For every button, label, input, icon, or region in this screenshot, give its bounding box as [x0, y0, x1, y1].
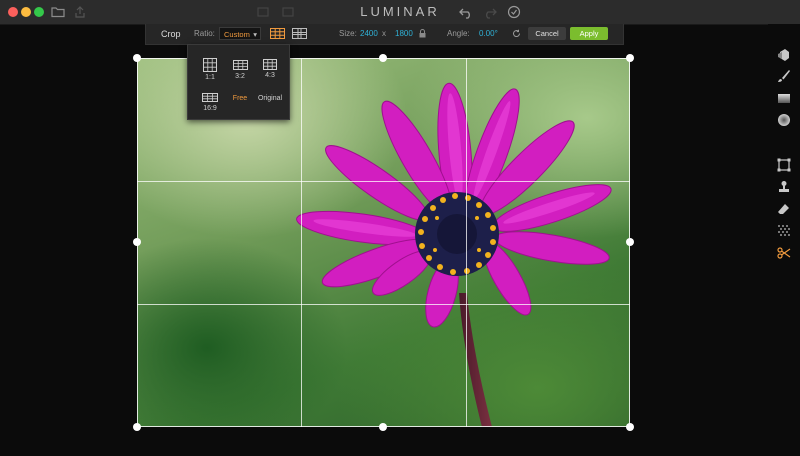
ratio-label: Ratio: — [194, 29, 215, 38]
transform-icon[interactable] — [777, 158, 791, 172]
chevron-down-icon: ▾ — [253, 30, 257, 39]
ratio-option-1-1[interactable]: 1:1 — [195, 58, 225, 81]
crop-toolbar: Crop Ratio: Custom ▾ Size: 2400 x 1800 A… — [145, 24, 624, 45]
ratio-option-3-2[interactable]: 3:2 — [225, 60, 255, 80]
grid-overlay-icon[interactable] — [270, 28, 285, 39]
erase-icon[interactable] — [777, 202, 791, 216]
crop-handle-bottom-left[interactable] — [133, 423, 141, 431]
redo-icon[interactable] — [482, 4, 498, 20]
clone-stamp-icon[interactable] — [777, 180, 791, 194]
angle-field[interactable]: 0.00° — [479, 29, 498, 39]
title-bar: LUMINAR — [0, 0, 800, 25]
crop-handle-top-right[interactable] — [626, 54, 634, 62]
ratio-1-1-icon — [203, 58, 217, 72]
ratio-option-4-3[interactable]: 4:3 — [255, 59, 285, 79]
width-field[interactable]: 2400 — [360, 29, 378, 39]
ratio-option-label: 1:1 — [205, 74, 215, 81]
ratio-4-3-icon — [263, 59, 277, 70]
ratio-dropdown[interactable]: Custom ▾ — [219, 27, 261, 40]
angle-label: Angle: — [447, 29, 470, 38]
height-field[interactable]: 1800 — [395, 29, 413, 39]
crop-handle-left[interactable] — [133, 238, 141, 246]
ratio-option-label: 16:9 — [203, 105, 217, 112]
history-icon[interactable] — [506, 4, 522, 20]
ratio-menu: 1:1 3:2 4:3 16:9 Free Original — [187, 44, 290, 120]
ratio-option-label: Original — [257, 95, 283, 102]
gradient-icon[interactable] — [777, 91, 791, 105]
cancel-button[interactable]: Cancel — [528, 27, 566, 40]
crop-handle-right[interactable] — [626, 238, 634, 246]
layers-icon[interactable] — [777, 48, 791, 62]
undo-icon[interactable] — [458, 4, 474, 20]
apply-button[interactable]: Apply — [570, 27, 608, 40]
crop-scissors-icon[interactable] — [777, 246, 791, 260]
grid-line-vertical — [301, 58, 302, 427]
grid-line-horizontal — [137, 304, 630, 305]
crop-handle-bottom-right[interactable] — [626, 423, 634, 431]
app-title: LUMINAR — [360, 4, 440, 19]
ratio-option-16-9[interactable]: 16:9 — [195, 93, 225, 112]
ratio-option-free[interactable]: Free — [225, 95, 255, 102]
lock-icon[interactable] — [419, 29, 426, 38]
grid-line-horizontal — [137, 181, 630, 182]
tool-strip — [768, 24, 800, 456]
golden-ratio-overlay-icon[interactable] — [292, 28, 307, 39]
ratio-value: Custom — [224, 30, 250, 39]
ratio-3-2-icon — [232, 60, 248, 70]
crop-handle-bottom[interactable] — [379, 423, 387, 431]
crop-handle-top[interactable] — [379, 54, 387, 62]
size-separator: x — [382, 29, 386, 38]
crop-title: Crop — [161, 29, 181, 39]
ratio-option-label: 3:2 — [235, 73, 245, 80]
noise-icon[interactable] — [777, 224, 791, 238]
ratio-option-label: Free — [232, 95, 248, 102]
size-label: Size: — [339, 29, 357, 38]
brush-icon[interactable] — [777, 69, 791, 83]
rotate-icon[interactable] — [512, 29, 521, 38]
radial-icon[interactable] — [777, 113, 791, 127]
grid-line-vertical — [466, 58, 467, 427]
ratio-option-original[interactable]: Original — [252, 95, 288, 102]
ratio-16-9-icon — [202, 93, 218, 102]
crop-handle-top-left[interactable] — [133, 54, 141, 62]
ratio-option-label: 4:3 — [265, 72, 275, 79]
